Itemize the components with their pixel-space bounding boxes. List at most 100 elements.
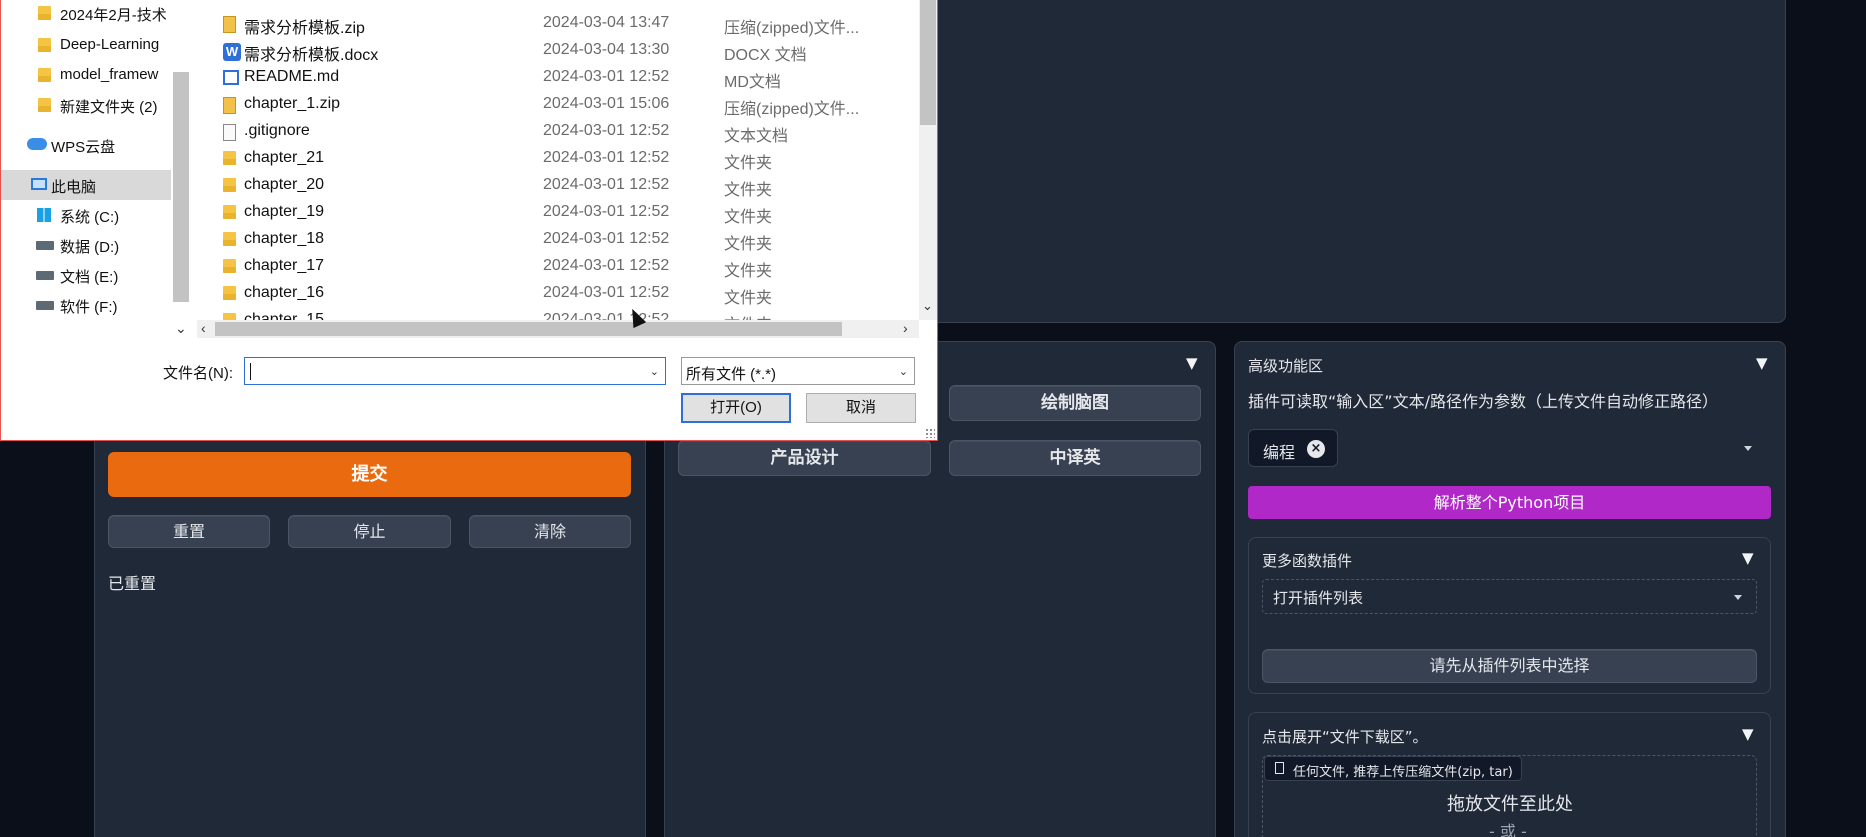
cancel-button[interactable]: 取消 xyxy=(806,393,916,423)
chip-label: 编程 xyxy=(1263,443,1296,462)
drive-icon xyxy=(36,241,54,250)
file-row[interactable]: chapter_1.zip 2024-03-01 15:06 压缩(zipped… xyxy=(201,91,921,118)
file-icon xyxy=(1275,762,1284,774)
nav-scroll-down-icon[interactable]: ⌄ xyxy=(175,320,187,337)
tag-chip[interactable]: 编程 × xyxy=(1248,429,1338,467)
submit-button[interactable]: 提交 xyxy=(108,452,631,497)
scroll-down-icon[interactable]: ⌄ xyxy=(922,298,933,314)
choose-plugin-button[interactable]: 请先从插件列表中选择 xyxy=(1262,649,1757,683)
file-row[interactable]: chapter_21 2024-03-01 12:52 文件夹 xyxy=(201,145,921,172)
product-design-button[interactable]: 产品设计 xyxy=(678,440,931,476)
filetype-select[interactable]: 所有文件 (*.*) ⌄ xyxy=(681,357,915,385)
advanced-description: 插件可读取“输入区”文本/路径作为参数（上传文件自动修正路径） xyxy=(1248,392,1718,411)
file-name: README.md xyxy=(244,68,340,85)
file-name: chapter_18 xyxy=(244,230,325,247)
file-name: chapter_17 xyxy=(244,257,325,274)
chip-dropdown-arrow-icon[interactable] xyxy=(1744,446,1752,451)
file-name: chapter_20 xyxy=(244,176,325,193)
filename-input[interactable]: ⌄ xyxy=(244,357,666,385)
filename-label: 文件名(N): xyxy=(163,365,233,382)
cloud-icon xyxy=(27,138,47,150)
zip-icon xyxy=(223,16,236,33)
nav-item-wps-cloud[interactable]: WPS云盘 xyxy=(1,130,171,160)
file-download-title[interactable]: 点击展开“文件下载区”。 xyxy=(1262,726,1428,747)
parse-python-project-button[interactable]: 解析整个Python项目 xyxy=(1248,486,1771,519)
plugin-select-value: 打开插件列表 xyxy=(1273,589,1364,607)
nav-item-new-folder-2[interactable]: 新建文件夹 (2) xyxy=(1,90,171,120)
file-row[interactable]: chapter_20 2024-03-01 12:52 文件夹 xyxy=(201,172,921,199)
nav-item-drive-c[interactable]: 系统 (C:) xyxy=(1,200,171,230)
file-name: 需求分析模板.docx xyxy=(244,47,379,64)
file-type: 文件夹 xyxy=(724,263,773,280)
file-date: 2024-03-01 12:52 xyxy=(543,230,670,247)
file-name: chapter_1.zip xyxy=(244,95,341,112)
file-name: 需求分析模板.zip xyxy=(244,20,365,37)
file-list: 需求分析模板.zip 2024-03-04 13:47 压缩(zipped)文件… xyxy=(201,0,921,320)
file-date: 2024-03-01 12:52 xyxy=(543,257,670,274)
file-date: 2024-03-04 13:47 xyxy=(543,14,670,31)
nav-item-model-framework[interactable]: model_framew xyxy=(1,60,171,90)
file-type: DOCX 文档 xyxy=(724,47,807,64)
nav-item-label: Deep-Learning xyxy=(60,36,160,53)
filename-dropdown-icon[interactable]: ⌄ xyxy=(650,365,659,378)
resize-grip-icon[interactable] xyxy=(925,428,935,438)
file-name: chapter_15 xyxy=(244,311,325,320)
clear-button[interactable]: 清除 xyxy=(469,515,631,548)
folder-icon xyxy=(38,38,51,52)
file-row[interactable]: chapter_17 2024-03-01 12:52 文件夹 xyxy=(201,253,921,280)
folder-icon xyxy=(223,232,236,246)
file-type: 压缩(zipped)文件... xyxy=(724,20,860,37)
markdown-icon xyxy=(223,70,239,85)
folder-icon xyxy=(223,205,236,219)
file-list-vertical-scrollbar[interactable]: ⌄ xyxy=(919,0,937,320)
remove-chip-icon[interactable]: × xyxy=(1307,440,1325,458)
file-date: 2024-03-01 12:52 xyxy=(543,203,670,220)
mindmap-button[interactable]: 绘制脑图 xyxy=(949,385,1201,421)
file-list-horizontal-scrollbar[interactable]: ‹ › xyxy=(197,320,919,338)
file-row[interactable]: .gitignore 2024-03-01 12:52 文本文档 xyxy=(201,118,921,145)
drop-files-text: 拖放文件至此处 xyxy=(1447,794,1573,815)
open-button[interactable]: 打开(O) xyxy=(681,393,791,423)
file-type: 文件夹 xyxy=(724,182,773,199)
file-row[interactable]: 需求分析模板.zip 2024-03-04 13:47 压缩(zipped)文件… xyxy=(201,10,921,37)
file-row[interactable]: chapter_19 2024-03-01 12:52 文件夹 xyxy=(201,199,921,226)
advanced-title: 高级功能区 xyxy=(1248,357,1324,375)
scroll-right-icon[interactable]: › xyxy=(903,320,908,336)
scrollbar-thumb[interactable] xyxy=(215,322,842,336)
nav-item-drive-e[interactable]: 文档 (E:) xyxy=(1,260,171,290)
file-row[interactable]: chapter_18 2024-03-01 12:52 文件夹 xyxy=(201,226,921,253)
navigation-pane: 2024年2月-技术 Deep-Learning model_framew 新建… xyxy=(1,0,171,340)
file-row[interactable]: W 需求分析模板.docx 2024-03-04 13:30 DOCX 文档 xyxy=(201,37,921,64)
translate-zh-en-button[interactable]: 中译英 xyxy=(949,440,1201,476)
file-row[interactable]: chapter_16 2024-03-01 12:52 文件夹 xyxy=(201,280,921,307)
status-text: 已重置 xyxy=(108,574,157,593)
scroll-left-icon[interactable]: ‹ xyxy=(201,320,206,336)
folder-icon xyxy=(38,68,51,82)
file-name: chapter_16 xyxy=(244,284,325,301)
more-plugins-collapse-icon[interactable]: ▼ xyxy=(1742,549,1754,567)
nav-item-folder-2024-02[interactable]: 2024年2月-技术 xyxy=(1,0,171,30)
nav-item-label: WPS云盘 xyxy=(51,139,116,156)
nav-item-label: 新建文件夹 (2) xyxy=(60,99,158,116)
computer-icon xyxy=(31,178,47,190)
file-type: 文本文档 xyxy=(724,128,789,145)
file-type: 文件夹 xyxy=(724,209,773,226)
plugin-list-select[interactable]: 打开插件列表 xyxy=(1262,579,1757,614)
nav-scrollbar[interactable] xyxy=(173,72,189,302)
nav-item-drive-d[interactable]: 数据 (D:) xyxy=(1,230,171,260)
scrollbar-thumb[interactable] xyxy=(920,0,936,125)
nav-item-drive-f[interactable]: 软件 (F:) xyxy=(1,290,171,320)
file-type: 文件夹 xyxy=(724,155,773,172)
collapse-triangle-icon[interactable]: ▼ xyxy=(1186,354,1198,372)
file-date: 2024-03-01 12:52 xyxy=(543,68,670,85)
file-row[interactable]: chapter_15 2024-03-01 12:52 文件夹 xyxy=(201,307,921,320)
file-download-collapse-icon[interactable]: ▼ xyxy=(1742,725,1754,743)
reset-button[interactable]: 重置 xyxy=(108,515,270,548)
zip-icon xyxy=(223,97,236,114)
advanced-collapse-icon[interactable]: ▼ xyxy=(1756,354,1768,372)
nav-item-this-pc[interactable]: 此电脑 xyxy=(1,170,171,200)
file-name: chapter_21 xyxy=(244,149,325,166)
file-row[interactable]: README.md 2024-03-01 12:52 MD文档 xyxy=(201,64,921,91)
stop-button[interactable]: 停止 xyxy=(288,515,451,548)
nav-item-deep-learning[interactable]: Deep-Learning xyxy=(1,30,171,60)
